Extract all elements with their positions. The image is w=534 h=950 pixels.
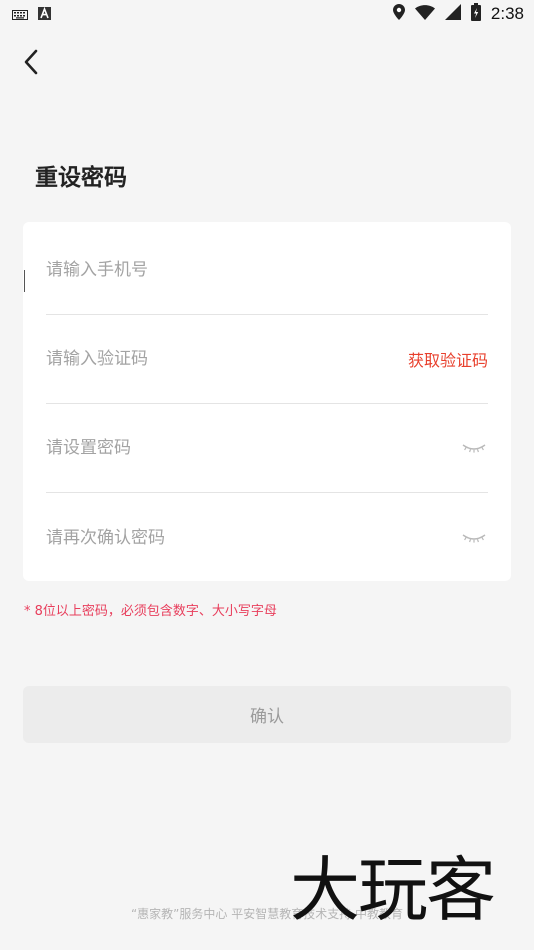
get-code-button[interactable]: 获取验证码 [408, 347, 488, 371]
wifi-icon [414, 4, 435, 24]
confirm-password-input[interactable] [46, 527, 462, 548]
status-time: 2:38 [490, 4, 524, 23]
password-row [46, 404, 488, 493]
password-hint: * 8位以上密码，必须包含数字、大小写字母 [24, 604, 277, 619]
code-row: 获取验证码 [46, 315, 488, 404]
battery-icon [470, 3, 481, 25]
watermark-text: 大玩客 [290, 849, 496, 931]
a-icon [38, 5, 51, 24]
confirm-button[interactable]: 确认 [23, 686, 511, 743]
text-cursor [24, 270, 25, 292]
status-left [12, 5, 51, 24]
verification-code-input[interactable] [46, 349, 408, 369]
eye-closed-icon[interactable] [462, 441, 488, 455]
watermark-logo: 大玩客 [258, 847, 526, 933]
page-title: 重设密码 [35, 165, 127, 191]
keyboard-icon [12, 5, 28, 24]
back-button[interactable] [14, 46, 48, 82]
signal-icon [444, 4, 461, 24]
phone-input[interactable] [46, 260, 488, 280]
eye-closed-icon[interactable] [462, 531, 488, 545]
back-chevron-icon [23, 49, 39, 79]
status-right: 2:38 [392, 3, 524, 25]
confirm-password-row [46, 493, 488, 582]
form-card: 获取验证码 [23, 222, 511, 581]
phone-row [46, 226, 488, 315]
password-input[interactable] [46, 438, 462, 458]
location-icon [392, 4, 405, 24]
status-bar: 2:38 [0, 0, 534, 28]
